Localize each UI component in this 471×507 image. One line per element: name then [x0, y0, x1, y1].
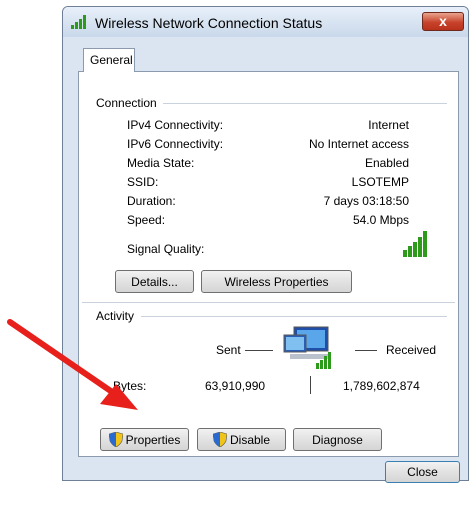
disable-button[interactable]: Disable — [197, 428, 286, 451]
properties-button[interactable]: Properties — [100, 428, 189, 451]
ipv6-value: No Internet access — [308, 137, 409, 151]
disable-button-label: Disable — [229, 432, 271, 447]
bytes-sent-value: 63,910,990 — [205, 379, 266, 393]
speed-value: 54.0 Mbps — [352, 213, 409, 227]
properties-button-label: Properties — [125, 432, 181, 447]
connection-activity-divider — [82, 302, 455, 303]
activity-group-label: Activity — [96, 309, 141, 323]
sent-line — [245, 350, 273, 351]
media-state-label: Media State: — [127, 156, 195, 170]
ssid-label: SSID: — [127, 175, 159, 189]
window-title: Wireless Network Connection Status — [95, 15, 323, 31]
media-state-value: Enabled — [364, 156, 409, 170]
ipv4-value: Internet — [368, 118, 409, 132]
tab-general[interactable]: General — [83, 48, 135, 72]
uac-shield-icon — [108, 432, 123, 447]
signal-quality-label: Signal Quality: — [127, 242, 205, 256]
bytes-received-value: 1,789,602,874 — [343, 379, 420, 393]
connection-group-label: Connection — [96, 96, 163, 110]
title-bar[interactable]: Wireless Network Connection Status x — [63, 7, 468, 37]
details-button[interactable]: Details... — [115, 270, 194, 293]
network-computers-icon — [283, 326, 331, 369]
speed-label: Speed: — [127, 213, 166, 227]
received-label: Received — [386, 343, 437, 357]
wireless-properties-button[interactable]: Wireless Properties — [201, 270, 352, 293]
close-button[interactable]: Close — [385, 461, 460, 483]
signal-bars-icon — [403, 231, 427, 257]
title-close-button[interactable]: x — [422, 12, 464, 31]
sent-label: Sent — [216, 343, 241, 357]
duration-value: 7 days 03:18:50 — [323, 194, 409, 208]
general-panel: Connection IPv4 Connectivity: Internet I… — [78, 71, 459, 457]
duration-label: Duration: — [127, 194, 176, 208]
received-line — [355, 350, 377, 351]
status-dialog: Wireless Network Connection Status x Gen… — [62, 6, 469, 483]
ipv6-label: IPv6 Connectivity: — [127, 137, 224, 151]
uac-shield-icon — [212, 432, 227, 447]
ipv4-label: IPv4 Connectivity: — [127, 118, 224, 132]
bytes-separator — [310, 376, 311, 394]
activity-group-divider — [141, 316, 447, 317]
connection-group-divider — [149, 103, 447, 104]
bytes-label: Bytes: — [113, 379, 147, 393]
wireless-signal-icon — [71, 15, 86, 29]
ssid-value: LSOTEMP — [351, 175, 409, 189]
diagnose-button[interactable]: Diagnose — [293, 428, 382, 451]
